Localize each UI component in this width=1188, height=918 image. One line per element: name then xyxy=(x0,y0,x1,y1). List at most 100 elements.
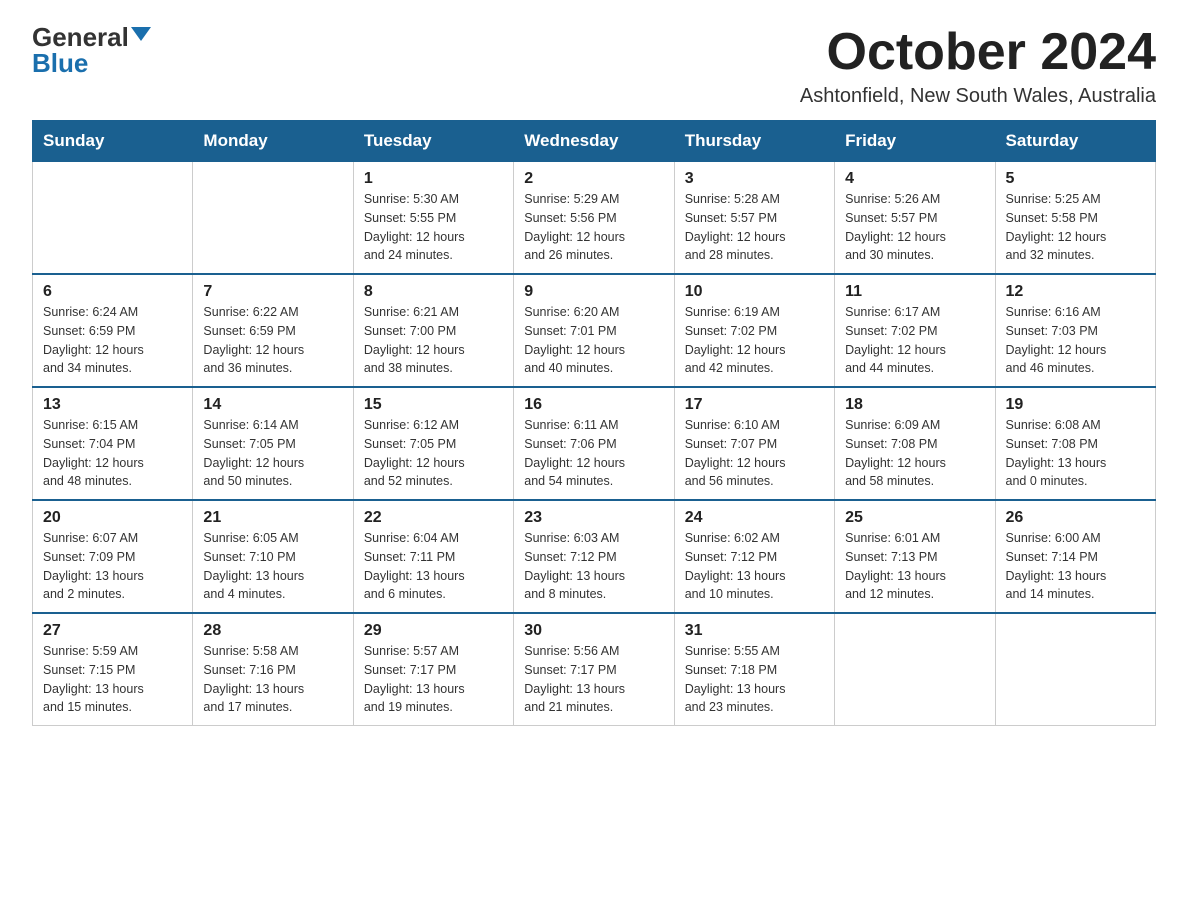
cell-week5-day5 xyxy=(835,613,995,726)
logo-general-text: General xyxy=(32,24,129,50)
day-info: Sunrise: 5:25 AM Sunset: 5:58 PM Dayligh… xyxy=(1006,190,1145,265)
day-info: Sunrise: 6:02 AM Sunset: 7:12 PM Dayligh… xyxy=(685,529,824,604)
cell-week2-day6: 12 Sunrise: 6:16 AM Sunset: 7:03 PM Dayli… xyxy=(995,274,1155,387)
cell-week1-day0 xyxy=(33,162,193,275)
header-thursday: Thursday xyxy=(674,121,834,162)
day-info: Sunrise: 5:26 AM Sunset: 5:57 PM Dayligh… xyxy=(845,190,984,265)
day-info: Sunrise: 6:14 AM Sunset: 7:05 PM Dayligh… xyxy=(203,416,342,491)
weekday-header-row: Sunday Monday Tuesday Wednesday Thursday… xyxy=(33,121,1156,162)
day-info: Sunrise: 6:15 AM Sunset: 7:04 PM Dayligh… xyxy=(43,416,182,491)
cell-week4-day5: 25 Sunrise: 6:01 AM Sunset: 7:13 PM Dayli… xyxy=(835,500,995,613)
day-number: 11 xyxy=(845,283,984,301)
cell-week4-day6: 26 Sunrise: 6:00 AM Sunset: 7:14 PM Dayli… xyxy=(995,500,1155,613)
week-row-3: 13 Sunrise: 6:15 AM Sunset: 7:04 PM Dayli… xyxy=(33,387,1156,500)
cell-week1-day4: 3 Sunrise: 5:28 AM Sunset: 5:57 PM Daylig… xyxy=(674,162,834,275)
header-monday: Monday xyxy=(193,121,353,162)
cell-week1-day6: 5 Sunrise: 5:25 AM Sunset: 5:58 PM Daylig… xyxy=(995,162,1155,275)
day-number: 29 xyxy=(364,622,503,640)
header-friday: Friday xyxy=(835,121,995,162)
day-number: 19 xyxy=(1006,396,1145,414)
calendar-table: Sunday Monday Tuesday Wednesday Thursday… xyxy=(32,120,1156,726)
logo: General Blue xyxy=(32,24,151,77)
day-number: 28 xyxy=(203,622,342,640)
week-row-1: 1Sunrise: 5:30 AM Sunset: 5:55 PM Daylig… xyxy=(33,162,1156,275)
day-number: 26 xyxy=(1006,509,1145,527)
day-info: Sunrise: 6:21 AM Sunset: 7:00 PM Dayligh… xyxy=(364,303,503,378)
cell-week3-day1: 14 Sunrise: 6:14 AM Sunset: 7:05 PM Dayli… xyxy=(193,387,353,500)
day-number: 22 xyxy=(364,509,503,527)
day-number: 25 xyxy=(845,509,984,527)
cell-week1-day5: 4 Sunrise: 5:26 AM Sunset: 5:57 PM Daylig… xyxy=(835,162,995,275)
day-info: Sunrise: 5:58 AM Sunset: 7:16 PM Dayligh… xyxy=(203,642,342,717)
page-header: General Blue October 2024 Ashtonfield, N… xyxy=(32,24,1156,108)
day-number: 1 xyxy=(364,170,503,188)
day-number: 13 xyxy=(43,396,182,414)
day-info: Sunrise: 6:04 AM Sunset: 7:11 PM Dayligh… xyxy=(364,529,503,604)
day-info: Sunrise: 6:07 AM Sunset: 7:09 PM Dayligh… xyxy=(43,529,182,604)
day-info: Sunrise: 5:57 AM Sunset: 7:17 PM Dayligh… xyxy=(364,642,503,717)
day-number: 10 xyxy=(685,283,824,301)
day-number: 5 xyxy=(1006,170,1145,188)
header-tuesday: Tuesday xyxy=(353,121,513,162)
day-info: Sunrise: 6:16 AM Sunset: 7:03 PM Dayligh… xyxy=(1006,303,1145,378)
cell-week4-day4: 24 Sunrise: 6:02 AM Sunset: 7:12 PM Dayli… xyxy=(674,500,834,613)
week-row-2: 6 Sunrise: 6:24 AM Sunset: 6:59 PM Daylig… xyxy=(33,274,1156,387)
day-number: 16 xyxy=(524,396,663,414)
week-row-5: 27Sunrise: 5:59 AM Sunset: 7:15 PM Dayli… xyxy=(33,613,1156,726)
logo-triangle-icon xyxy=(131,27,151,41)
day-number: 15 xyxy=(364,396,503,414)
title-area: October 2024 Ashtonfield, New South Wale… xyxy=(800,24,1156,108)
day-number: 3 xyxy=(685,170,824,188)
cell-week2-day5: 11 Sunrise: 6:17 AM Sunset: 7:02 PM Dayli… xyxy=(835,274,995,387)
cell-week2-day4: 10Sunrise: 6:19 AM Sunset: 7:02 PM Dayli… xyxy=(674,274,834,387)
cell-week1-day1 xyxy=(193,162,353,275)
cell-week4-day0: 20 Sunrise: 6:07 AM Sunset: 7:09 PM Dayli… xyxy=(33,500,193,613)
cell-week4-day3: 23 Sunrise: 6:03 AM Sunset: 7:12 PM Dayli… xyxy=(514,500,674,613)
day-number: 14 xyxy=(203,396,342,414)
day-info: Sunrise: 6:22 AM Sunset: 6:59 PM Dayligh… xyxy=(203,303,342,378)
day-info: Sunrise: 6:20 AM Sunset: 7:01 PM Dayligh… xyxy=(524,303,663,378)
day-info: Sunrise: 5:28 AM Sunset: 5:57 PM Dayligh… xyxy=(685,190,824,265)
cell-week2-day3: 9 Sunrise: 6:20 AM Sunset: 7:01 PM Daylig… xyxy=(514,274,674,387)
day-info: Sunrise: 6:17 AM Sunset: 7:02 PM Dayligh… xyxy=(845,303,984,378)
day-number: 4 xyxy=(845,170,984,188)
day-number: 9 xyxy=(524,283,663,301)
day-number: 24 xyxy=(685,509,824,527)
day-info: Sunrise: 5:56 AM Sunset: 7:17 PM Dayligh… xyxy=(524,642,663,717)
cell-week3-day0: 13 Sunrise: 6:15 AM Sunset: 7:04 PM Dayli… xyxy=(33,387,193,500)
cell-week3-day6: 19Sunrise: 6:08 AM Sunset: 7:08 PM Dayli… xyxy=(995,387,1155,500)
day-number: 6 xyxy=(43,283,182,301)
cell-week4-day2: 22 Sunrise: 6:04 AM Sunset: 7:11 PM Dayli… xyxy=(353,500,513,613)
day-number: 31 xyxy=(685,622,824,640)
location-title: Ashtonfield, New South Wales, Australia xyxy=(800,85,1156,108)
cell-week5-day6 xyxy=(995,613,1155,726)
day-number: 12 xyxy=(1006,283,1145,301)
cell-week3-day4: 17Sunrise: 6:10 AM Sunset: 7:07 PM Dayli… xyxy=(674,387,834,500)
cell-week5-day0: 27Sunrise: 5:59 AM Sunset: 7:15 PM Dayli… xyxy=(33,613,193,726)
cell-week3-day5: 18Sunrise: 6:09 AM Sunset: 7:08 PM Dayli… xyxy=(835,387,995,500)
month-title: October 2024 xyxy=(800,24,1156,81)
day-info: Sunrise: 6:12 AM Sunset: 7:05 PM Dayligh… xyxy=(364,416,503,491)
day-number: 30 xyxy=(524,622,663,640)
day-number: 7 xyxy=(203,283,342,301)
cell-week5-day4: 31 Sunrise: 5:55 AM Sunset: 7:18 PM Dayli… xyxy=(674,613,834,726)
cell-week3-day3: 16Sunrise: 6:11 AM Sunset: 7:06 PM Dayli… xyxy=(514,387,674,500)
header-sunday: Sunday xyxy=(33,121,193,162)
cell-week2-day1: 7 Sunrise: 6:22 AM Sunset: 6:59 PM Daylig… xyxy=(193,274,353,387)
cell-week4-day1: 21Sunrise: 6:05 AM Sunset: 7:10 PM Dayli… xyxy=(193,500,353,613)
cell-week1-day3: 2Sunrise: 5:29 AM Sunset: 5:56 PM Daylig… xyxy=(514,162,674,275)
day-number: 8 xyxy=(364,283,503,301)
day-info: Sunrise: 5:55 AM Sunset: 7:18 PM Dayligh… xyxy=(685,642,824,717)
day-number: 23 xyxy=(524,509,663,527)
day-number: 20 xyxy=(43,509,182,527)
cell-week1-day2: 1Sunrise: 5:30 AM Sunset: 5:55 PM Daylig… xyxy=(353,162,513,275)
day-number: 2 xyxy=(524,170,663,188)
day-info: Sunrise: 6:01 AM Sunset: 7:13 PM Dayligh… xyxy=(845,529,984,604)
day-info: Sunrise: 6:24 AM Sunset: 6:59 PM Dayligh… xyxy=(43,303,182,378)
day-info: Sunrise: 6:00 AM Sunset: 7:14 PM Dayligh… xyxy=(1006,529,1145,604)
day-info: Sunrise: 6:05 AM Sunset: 7:10 PM Dayligh… xyxy=(203,529,342,604)
header-wednesday: Wednesday xyxy=(514,121,674,162)
day-info: Sunrise: 6:03 AM Sunset: 7:12 PM Dayligh… xyxy=(524,529,663,604)
day-number: 18 xyxy=(845,396,984,414)
day-info: Sunrise: 5:59 AM Sunset: 7:15 PM Dayligh… xyxy=(43,642,182,717)
